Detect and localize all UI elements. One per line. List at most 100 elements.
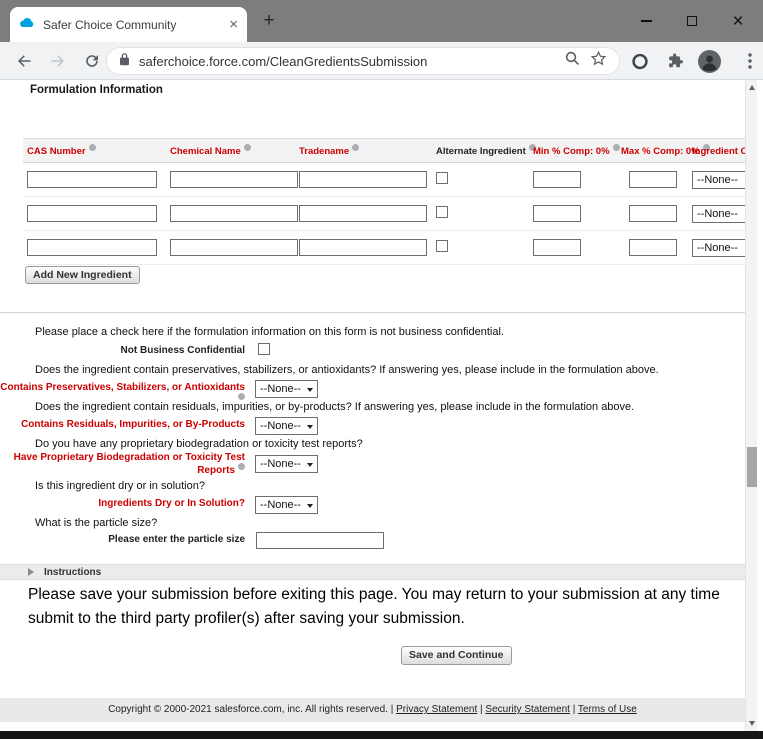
reports-select[interactable]: --None--	[255, 455, 318, 473]
reports-question: Do you have any proprietary biodegradati…	[35, 438, 363, 450]
alternate-ingredient-checkbox[interactable]	[436, 172, 448, 184]
not-business-confidential-checkbox[interactable]	[258, 343, 270, 355]
min-comp-input[interactable]	[533, 205, 581, 222]
instructions-section-header[interactable]: Instructions	[0, 564, 745, 580]
help-icon[interactable]	[238, 463, 245, 470]
arrow-down-icon	[749, 721, 755, 729]
scroll-down-button[interactable]	[746, 716, 758, 731]
chevron-down-icon	[307, 388, 313, 395]
ingredient-class-select[interactable]: --None--	[692, 171, 745, 189]
help-icon[interactable]	[89, 144, 96, 151]
section-divider	[0, 312, 745, 313]
new-tab-button[interactable]: +	[256, 8, 282, 34]
terms-of-use-link[interactable]: Terms of Use	[578, 704, 637, 715]
instructions-line-1: Please save your submission before exiti…	[28, 583, 745, 607]
col-header-min-comp: Min % Comp: 0%	[529, 139, 617, 163]
chevron-down-icon	[307, 504, 313, 511]
instructions-line-2: submit to the third party profiler(s) af…	[28, 607, 745, 631]
arrow-up-icon	[749, 82, 755, 90]
chemical-name-input[interactable]	[170, 205, 298, 222]
table-header-row: CAS Number Chemical Name Tradename Alter…	[23, 139, 745, 163]
alternate-ingredient-checkbox[interactable]	[436, 206, 448, 218]
section-title: Formulation Information	[30, 84, 163, 96]
tradename-input[interactable]	[299, 205, 427, 222]
lock-icon[interactable]	[119, 52, 130, 71]
add-new-ingredient-button[interactable]: Add New Ingredient	[25, 266, 140, 284]
col-header-cas-number: CAS Number	[23, 139, 166, 163]
help-icon[interactable]	[613, 144, 620, 151]
browser-window: Safer Choice Community × + × saferchoice…	[0, 0, 763, 739]
taskbar-strip	[0, 731, 763, 739]
dry-or-solution-label: Ingredients Dry or In Solution?	[0, 498, 245, 509]
ingredient-class-select[interactable]: --None--	[692, 205, 745, 223]
max-comp-input[interactable]	[629, 171, 677, 188]
browser-tab[interactable]: Safer Choice Community ×	[10, 7, 247, 42]
minimize-button[interactable]	[623, 0, 669, 42]
privacy-statement-link[interactable]: Privacy Statement	[396, 704, 477, 715]
close-button[interactable]: ×	[715, 0, 761, 42]
col-header-max-comp: Max % Comp: 0%	[617, 139, 688, 163]
bookmark-star-icon[interactable]	[590, 50, 607, 72]
extensions-puzzle-icon[interactable]	[666, 52, 684, 70]
min-comp-input[interactable]	[533, 239, 581, 256]
menu-kebab-icon[interactable]	[741, 52, 759, 70]
alternate-ingredient-checkbox[interactable]	[436, 240, 448, 252]
help-icon[interactable]	[238, 393, 245, 400]
chemical-name-input[interactable]	[170, 239, 298, 256]
min-comp-input[interactable]	[533, 171, 581, 188]
browser-toolbar: saferchoice.force.com/CleanGredientsSubm…	[0, 42, 763, 80]
tab-close-icon[interactable]: ×	[229, 17, 238, 32]
ingredient-row: --None--	[23, 163, 745, 197]
particle-size-input[interactable]	[256, 532, 384, 549]
maximize-button[interactable]	[669, 0, 715, 42]
cas-number-input[interactable]	[27, 205, 157, 222]
confidential-question: Please place a check here if the formula…	[35, 326, 504, 338]
confidential-label: Not Business Confidential	[0, 345, 245, 356]
instructions-text: Please save your submission before exiti…	[28, 583, 745, 631]
window-controls: ×	[623, 0, 761, 42]
save-and-continue-button[interactable]: Save and Continue	[401, 646, 512, 665]
address-bar[interactable]: saferchoice.force.com/CleanGredientsSubm…	[106, 47, 620, 75]
reports-label: Have Proprietary Biodegradation or Toxic…	[0, 452, 245, 476]
chevron-down-icon	[307, 425, 313, 432]
dry-or-solution-question: Is this ingredient dry or in solution?	[35, 480, 205, 492]
url-text[interactable]: saferchoice.force.com/CleanGredientsSubm…	[139, 54, 555, 69]
profile-avatar[interactable]	[698, 50, 721, 73]
ingredient-class-select[interactable]: --None--	[692, 239, 745, 257]
residuals-label: Contains Residuals, Impurities, or By-Pr…	[0, 419, 245, 430]
ingredient-table: CAS Number Chemical Name Tradename Alter…	[23, 138, 745, 265]
cas-number-input[interactable]	[27, 239, 157, 256]
chevron-down-icon	[307, 463, 313, 470]
col-header-ingredient-class: Ingredient Class	[688, 139, 745, 163]
tradename-input[interactable]	[299, 239, 427, 256]
collapse-triangle-icon	[28, 568, 38, 576]
residuals-select[interactable]: --None--	[255, 417, 318, 435]
chemical-name-input[interactable]	[170, 171, 298, 188]
scroll-up-button[interactable]	[746, 80, 758, 95]
vertical-scrollbar[interactable]	[745, 80, 757, 731]
zoom-magnifier-icon[interactable]	[564, 50, 581, 72]
help-icon[interactable]	[352, 144, 359, 151]
dry-or-solution-select[interactable]: --None--	[255, 496, 318, 514]
browser-titlebar: Safer Choice Community × + ×	[0, 0, 763, 42]
forward-icon	[49, 52, 67, 70]
salesforce-cloud-favicon	[19, 16, 35, 34]
max-comp-input[interactable]	[629, 239, 677, 256]
preservatives-select[interactable]: --None--	[255, 380, 318, 398]
col-header-chemical-name: Chemical Name	[166, 139, 295, 163]
ingredient-row: --None--	[23, 231, 745, 265]
scrollbar-thumb[interactable]	[747, 447, 757, 487]
max-comp-input[interactable]	[629, 205, 677, 222]
particle-size-label: Please enter the particle size	[0, 534, 245, 545]
cas-number-input[interactable]	[27, 171, 157, 188]
col-header-alternate-ingredient: Alternate Ingredient	[432, 139, 529, 163]
help-icon[interactable]	[244, 144, 251, 151]
minimize-icon	[641, 20, 652, 22]
circular-extension-icon[interactable]	[631, 52, 649, 70]
col-header-tradename: Tradename	[295, 139, 432, 163]
security-statement-link[interactable]: Security Statement	[485, 704, 569, 715]
tradename-input[interactable]	[299, 171, 427, 188]
back-icon[interactable]	[15, 52, 33, 70]
refresh-icon[interactable]	[83, 52, 101, 70]
residuals-question: Does the ingredient contain residuals, i…	[35, 401, 634, 413]
